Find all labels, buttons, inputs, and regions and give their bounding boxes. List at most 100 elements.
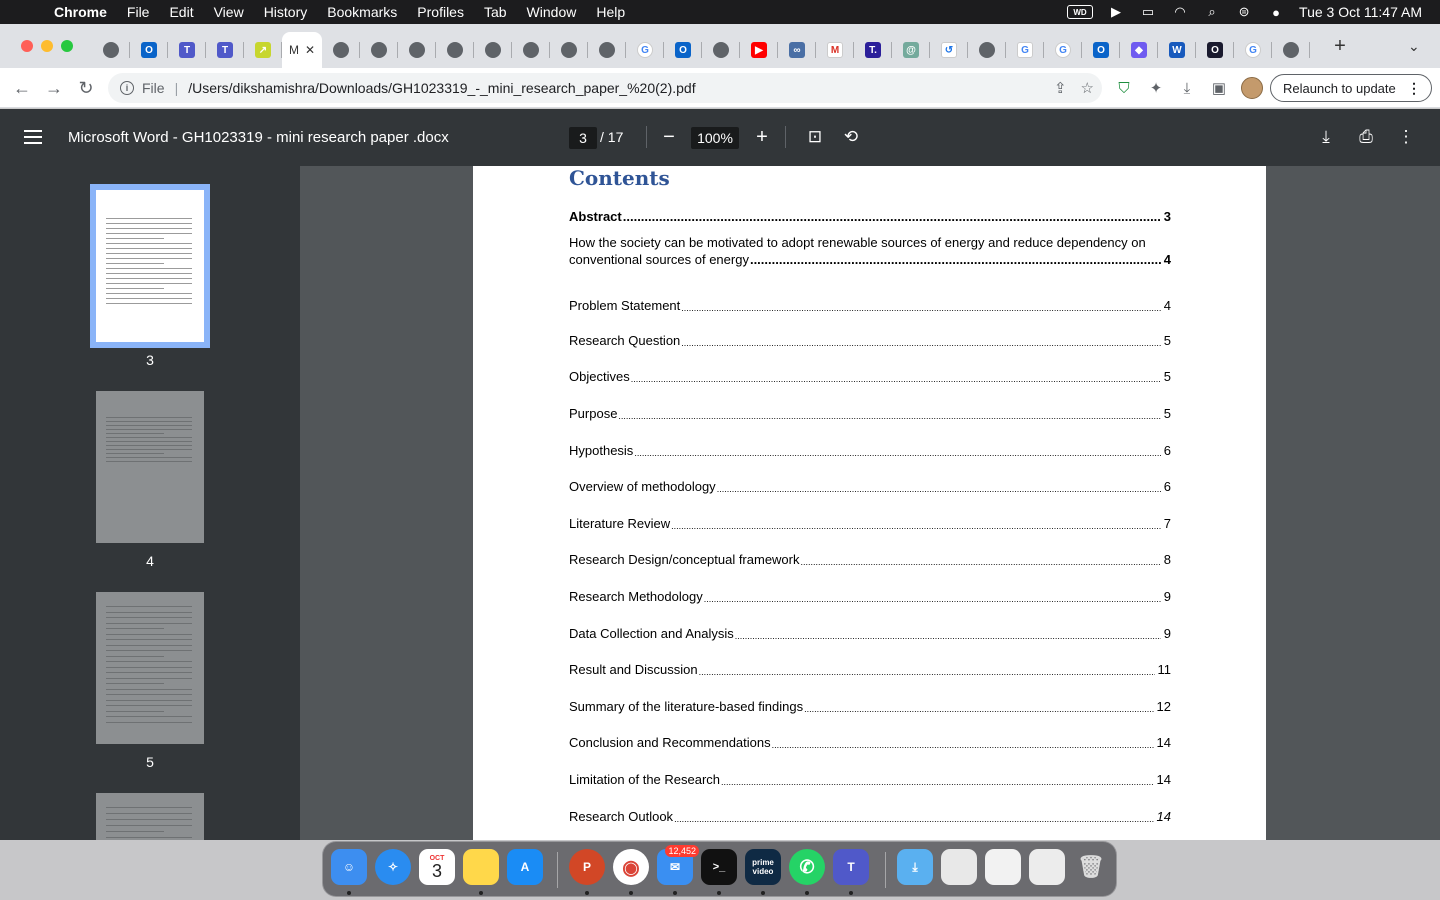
menu-file[interactable]: File — [127, 4, 150, 20]
close-tab-icon[interactable]: ✕ — [305, 43, 315, 57]
back-button[interactable]: ← — [10, 76, 34, 100]
zoom-in-button[interactable]: + — [750, 125, 774, 149]
thumbnail-page-5[interactable] — [96, 592, 204, 744]
rotate-icon[interactable]: ⟲ — [840, 126, 862, 148]
toc-entry-continued[interactable]: conventional sources of energy 4 — [569, 252, 1171, 267]
tab[interactable]: O — [664, 32, 702, 68]
tab[interactable]: O — [1196, 32, 1234, 68]
pdf-viewer[interactable]: Contents Abstract 3 How the society can … — [300, 166, 1440, 840]
toc-entry[interactable]: Objectives 5 — [569, 369, 1171, 384]
battery-icon[interactable]: ▭ — [1139, 4, 1157, 19]
recent-window-icon[interactable] — [985, 849, 1021, 885]
toc-entry[interactable]: Overview of methodology 6 — [569, 479, 1171, 494]
tab[interactable] — [968, 32, 1006, 68]
tab[interactable]: T — [168, 32, 206, 68]
control-center-icon[interactable]: ⊜ — [1235, 4, 1253, 19]
tab[interactable]: O — [130, 32, 168, 68]
url-text[interactable]: /Users/dikshamishra/Downloads/GH1023319_… — [188, 80, 695, 96]
tab[interactable] — [512, 32, 550, 68]
relaunch-button[interactable]: Relaunch to update ⋮ — [1270, 74, 1432, 102]
zoom-out-button[interactable]: − — [657, 125, 681, 149]
wifi-icon[interactable]: ◠ — [1171, 4, 1189, 19]
play-icon[interactable]: ▶ — [1107, 4, 1125, 19]
finder-icon[interactable]: ☺ — [331, 849, 367, 885]
tab[interactable]: O — [1082, 32, 1120, 68]
tab[interactable]: ▶ — [740, 32, 778, 68]
info-icon[interactable]: i — [120, 81, 134, 95]
menu-profiles[interactable]: Profiles — [417, 4, 464, 20]
toc-entry[interactable]: Purpose 5 — [569, 406, 1171, 421]
tab[interactable] — [92, 32, 130, 68]
address-bar[interactable]: i File | /Users/dikshamishra/Downloads/G… — [108, 73, 1102, 103]
tab[interactable] — [436, 32, 474, 68]
tab[interactable] — [550, 32, 588, 68]
menu-app-name[interactable]: Chrome — [54, 4, 107, 20]
toc-entry[interactable]: Problem Statement 4 — [569, 298, 1171, 313]
tab[interactable] — [702, 32, 740, 68]
app-store-icon[interactable]: A — [507, 849, 543, 885]
toc-entry[interactable]: Hypothesis 6 — [569, 443, 1171, 458]
tab[interactable]: G — [1044, 32, 1082, 68]
tab[interactable]: G — [626, 32, 664, 68]
new-tab-button[interactable]: + — [1330, 36, 1350, 56]
tab[interactable]: ↗ — [244, 32, 282, 68]
toc-entry[interactable]: Summary of the literature-based findings… — [569, 699, 1171, 714]
downloads-icon[interactable]: ⤓ — [1177, 78, 1197, 98]
tab[interactable] — [1272, 32, 1310, 68]
menu-bookmarks[interactable]: Bookmarks — [327, 4, 397, 20]
terminal-icon[interactable]: >_ — [701, 849, 737, 885]
profile-avatar[interactable] — [1241, 77, 1263, 99]
mail-icon[interactable]: ✉ 12,452 — [657, 845, 699, 885]
toc-entry[interactable]: Research Design/conceptual framework 8 — [569, 552, 1171, 567]
print-icon[interactable]: ⎙ — [1355, 126, 1377, 148]
bookmark-star-icon[interactable]: ☆ — [1081, 79, 1094, 97]
share-icon[interactable]: ⇪ — [1054, 79, 1067, 97]
toc-entry[interactable]: Conclusion and Recommendations 14 — [569, 735, 1171, 750]
tab[interactable]: ↺ — [930, 32, 968, 68]
siri-icon[interactable]: ● — [1267, 5, 1285, 20]
extensions-puzzle-icon[interactable]: ✦ — [1146, 78, 1166, 98]
calendar-icon[interactable]: OCT 3 — [419, 849, 455, 885]
safari-icon[interactable]: ✧ — [375, 849, 411, 885]
thumbnail-page-6[interactable] — [96, 793, 204, 840]
zoom-level-input[interactable]: 100% — [691, 127, 739, 149]
tab[interactable]: W — [1158, 32, 1196, 68]
trash-icon[interactable]: 🗑 — [1073, 849, 1109, 885]
recent-window-icon[interactable] — [1029, 849, 1065, 885]
tab[interactable]: G — [1234, 32, 1272, 68]
more-options-icon[interactable]: ⋮ — [1395, 126, 1417, 148]
toc-entry[interactable]: Abstract 3 — [569, 209, 1171, 224]
tab[interactable] — [360, 32, 398, 68]
tab[interactable] — [322, 32, 360, 68]
menu-history[interactable]: History — [264, 4, 308, 20]
powerpoint-icon[interactable]: P — [569, 849, 605, 885]
shield-extension-icon[interactable]: ⛉ — [1114, 78, 1134, 98]
zoom-window-button[interactable] — [61, 40, 73, 52]
tab[interactable]: T. — [854, 32, 892, 68]
toc-entry[interactable]: Result and Discussion 11 — [569, 662, 1171, 677]
menu-tab[interactable]: Tab — [484, 4, 507, 20]
tab[interactable]: M — [816, 32, 854, 68]
reload-button[interactable]: ↻ — [74, 76, 98, 100]
tab[interactable] — [474, 32, 512, 68]
tab[interactable] — [588, 32, 626, 68]
thumbnail-page-3[interactable] — [90, 184, 210, 348]
page-number-input[interactable]: 3 — [569, 127, 597, 149]
wd-drive-icon[interactable]: WD — [1067, 5, 1094, 19]
menu-hamburger-icon[interactable] — [24, 130, 42, 144]
minimize-window-button[interactable] — [41, 40, 53, 52]
side-panel-icon[interactable]: ▣ — [1209, 78, 1229, 98]
teams-dock-icon[interactable]: T — [833, 849, 869, 885]
toc-entry[interactable]: Research Outlook 14 — [569, 809, 1171, 824]
fit-to-page-icon[interactable]: ⊡ — [804, 126, 826, 148]
thumbnail-page-4[interactable] — [96, 391, 204, 543]
spotlight-search-icon[interactable]: ⌕ — [1203, 4, 1221, 19]
recent-window-icon[interactable] — [941, 849, 977, 885]
tab-search-chevron-icon[interactable]: ⌄ — [1408, 38, 1420, 55]
notes-icon[interactable] — [463, 849, 499, 885]
whatsapp-icon[interactable]: ✆ — [789, 849, 825, 885]
menu-window[interactable]: Window — [527, 4, 577, 20]
tab[interactable]: ◆ — [1120, 32, 1158, 68]
menubar-clock[interactable]: Tue 3 Oct 11:47 AM — [1299, 4, 1422, 20]
toc-entry[interactable]: Research Methodology 9 — [569, 589, 1171, 604]
